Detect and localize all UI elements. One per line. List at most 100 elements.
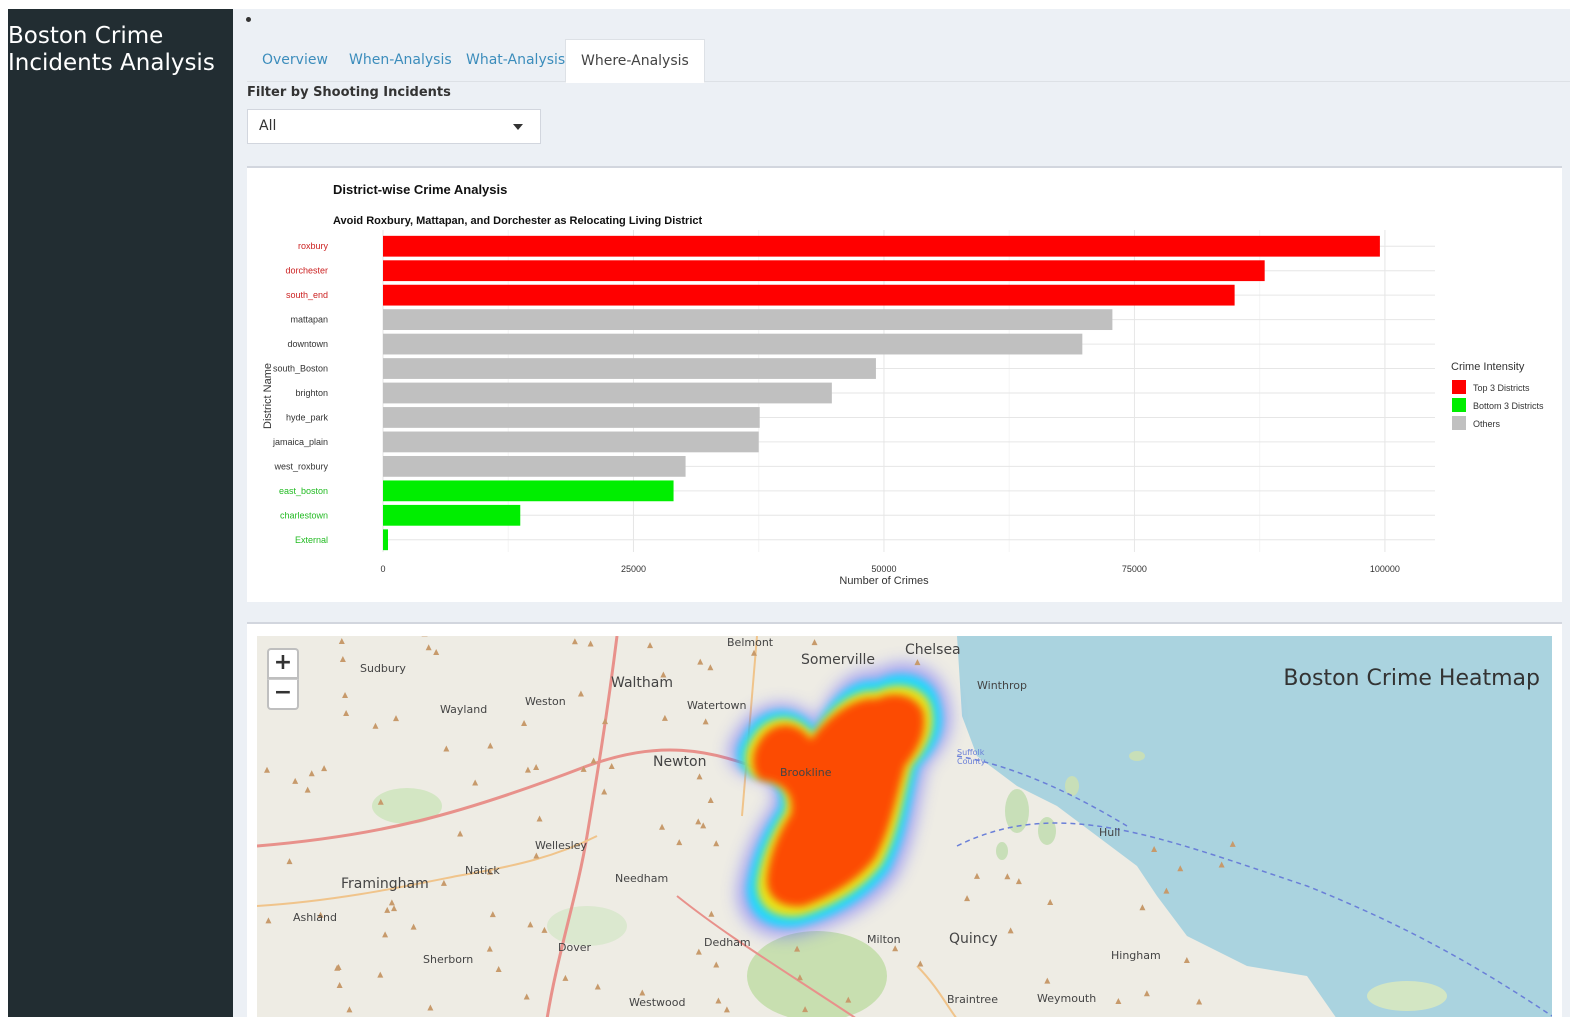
bar-mattapan bbox=[383, 309, 1113, 331]
place-label: Waltham bbox=[611, 675, 673, 691]
hill-marker bbox=[495, 965, 502, 972]
place-label: Chelsea bbox=[905, 642, 961, 658]
y-tick-label: east_boston bbox=[279, 486, 328, 496]
y-tick-label: charlestown bbox=[280, 510, 328, 520]
hill-marker bbox=[713, 840, 720, 847]
hill-marker bbox=[707, 664, 714, 671]
map-title: Boston Crime Heatmap bbox=[1283, 666, 1540, 691]
hill-marker bbox=[708, 910, 715, 917]
hill-marker bbox=[964, 895, 971, 902]
hill-marker bbox=[702, 718, 709, 725]
hill-marker bbox=[647, 642, 654, 649]
road bbox=[916, 965, 957, 1017]
place-label: Weston bbox=[525, 695, 566, 708]
bar-hyde_park bbox=[383, 407, 760, 428]
hill-marker bbox=[659, 823, 666, 830]
park-area bbox=[547, 906, 627, 946]
park-area bbox=[1367, 981, 1447, 1011]
shooting-filter-value: All bbox=[259, 118, 277, 134]
park-area bbox=[747, 931, 887, 1017]
bullet-dot bbox=[246, 17, 251, 22]
hill-marker bbox=[697, 658, 704, 665]
hill-marker bbox=[521, 719, 528, 726]
hill-marker bbox=[1044, 977, 1051, 984]
hill-marker bbox=[696, 773, 703, 780]
hill-marker bbox=[342, 691, 349, 698]
hill-marker bbox=[286, 858, 293, 865]
hill-marker bbox=[264, 766, 271, 773]
hill-marker bbox=[336, 981, 343, 988]
hill-marker bbox=[811, 639, 818, 646]
hill-marker bbox=[695, 818, 702, 825]
hill-marker bbox=[382, 931, 389, 938]
x-tick-label: 0 bbox=[380, 564, 385, 574]
island bbox=[1129, 751, 1145, 761]
hill-marker bbox=[661, 714, 668, 721]
y-tick-label: brighton bbox=[295, 388, 328, 398]
y-tick-label: hyde_park bbox=[286, 412, 329, 422]
bar-downtown bbox=[383, 333, 1083, 355]
x-tick-label: 100000 bbox=[1370, 564, 1400, 574]
hill-marker bbox=[608, 763, 615, 770]
hill-marker bbox=[723, 1006, 730, 1013]
hill-marker bbox=[443, 745, 450, 752]
legend-swatch-others bbox=[1452, 416, 1466, 430]
hill-marker bbox=[587, 640, 594, 647]
zoom-out-button[interactable]: − bbox=[267, 679, 299, 710]
hill-marker bbox=[713, 961, 720, 968]
caret-down-icon bbox=[513, 124, 523, 130]
hill-marker bbox=[440, 879, 447, 886]
zoom-in-button[interactable]: + bbox=[267, 648, 299, 679]
hill-marker bbox=[523, 993, 530, 1000]
y-tick-label: south_end bbox=[286, 290, 328, 300]
app-title-line2: Incidents Analysis bbox=[8, 50, 215, 76]
bar-roxbury bbox=[383, 235, 1380, 257]
island bbox=[1038, 817, 1056, 845]
hill-marker bbox=[487, 742, 494, 749]
x-tick-label: 75000 bbox=[1122, 564, 1147, 574]
bar-east_boston bbox=[383, 480, 674, 502]
hill-marker bbox=[425, 644, 432, 651]
legend-swatch-top bbox=[1452, 380, 1466, 394]
place-label: Wayland bbox=[440, 703, 488, 716]
place-label: Winthrop bbox=[977, 679, 1027, 692]
hill-marker bbox=[1183, 956, 1190, 963]
place-label: Brookline bbox=[780, 766, 832, 779]
hill-marker bbox=[892, 945, 899, 952]
hill-marker bbox=[594, 983, 601, 990]
shooting-filter-select[interactable]: All bbox=[247, 109, 541, 144]
hill-marker bbox=[339, 655, 346, 662]
place-label: Watertown bbox=[687, 699, 747, 712]
tab-where-analysis[interactable]: Where-Analysis bbox=[565, 39, 705, 83]
hill-marker bbox=[1047, 898, 1054, 905]
hill-marker bbox=[1143, 990, 1150, 997]
hill-marker bbox=[700, 822, 707, 829]
place-label: Ashland bbox=[293, 911, 337, 924]
hill-marker bbox=[486, 945, 493, 952]
place-label: Dedham bbox=[704, 936, 751, 949]
hill-marker bbox=[377, 971, 384, 978]
tab-overview[interactable]: Overview bbox=[247, 39, 343, 82]
tab-bar: Overview When-Analysis What-Analysis Whe… bbox=[247, 39, 1570, 83]
chart-x-axis-label: Number of Crimes bbox=[839, 575, 929, 587]
hill-marker bbox=[1115, 997, 1122, 1004]
legend-label-others: Others bbox=[1473, 419, 1501, 429]
place-label: Braintree bbox=[947, 993, 998, 1006]
tab-when-analysis[interactable]: When-Analysis bbox=[334, 39, 467, 82]
tab-what-analysis[interactable]: What-Analysis bbox=[451, 39, 580, 82]
heatmap-layer bbox=[728, 663, 951, 937]
hill-marker bbox=[1196, 998, 1203, 1005]
hill-marker bbox=[457, 830, 464, 837]
hill-marker bbox=[676, 839, 683, 846]
hill-marker bbox=[533, 764, 540, 771]
hill-marker bbox=[715, 997, 722, 1004]
hill-marker bbox=[601, 788, 608, 795]
hill-marker bbox=[388, 899, 395, 906]
hill-marker bbox=[536, 815, 543, 822]
crime-heatmap[interactable]: + − Boston Crime Heatmap Sudbury Wayland… bbox=[257, 636, 1552, 1017]
hill-marker bbox=[1139, 904, 1146, 911]
hill-marker bbox=[343, 709, 350, 716]
place-label: Newton bbox=[653, 754, 707, 770]
place-label: Natick bbox=[465, 864, 500, 877]
hill-marker bbox=[533, 852, 540, 859]
